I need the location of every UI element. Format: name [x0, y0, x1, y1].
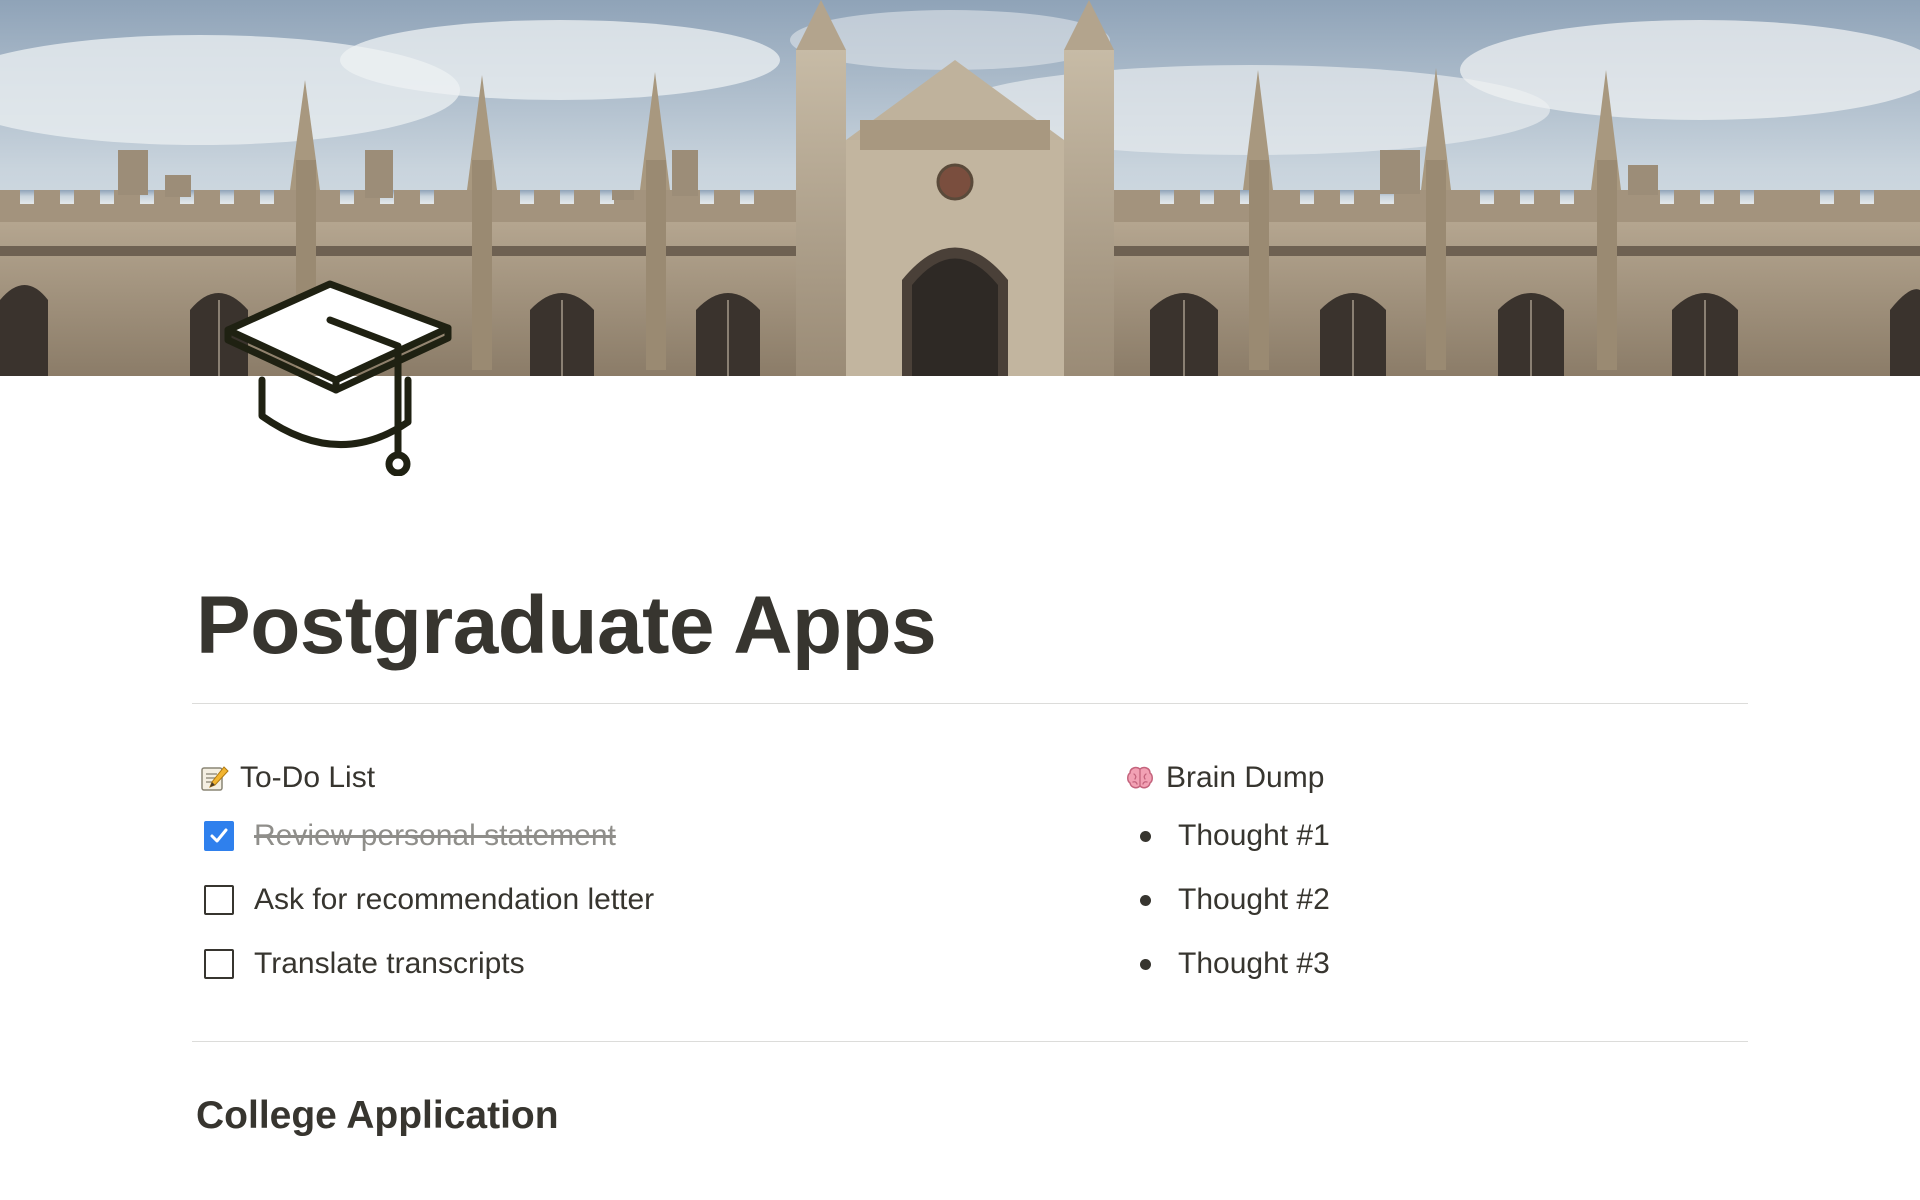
brain-dump-heading-label: Brain Dump	[1166, 761, 1325, 794]
todo-column: To-Do List Review personal statement Ask…	[196, 752, 1076, 996]
college-application-heading[interactable]: College Application	[196, 1094, 559, 1138]
todo-heading[interactable]: To-Do List	[196, 752, 1076, 804]
list-item-label[interactable]: Thought #3	[1178, 947, 1330, 981]
todo-item: Ask for recommendation letter	[196, 868, 1076, 932]
todo-item-label[interactable]: Ask for recommendation letter	[254, 883, 654, 917]
brain-icon	[1122, 760, 1158, 796]
page-title[interactable]: Postgraduate Apps	[196, 578, 937, 674]
bullet-icon	[1140, 894, 1151, 906]
brain-dump-column: Brain Dump Thought #1 Thought #2 Thought…	[1122, 752, 1742, 996]
todo-heading-label: To-Do List	[240, 761, 376, 794]
list-item-label[interactable]: Thought #1	[1178, 819, 1330, 853]
bullet-icon	[1140, 958, 1151, 970]
todo-item-label[interactable]: Review personal statement	[254, 819, 616, 853]
memo-pencil-icon	[196, 760, 232, 796]
checkmark-icon	[210, 828, 228, 843]
bullet-icon	[1140, 830, 1151, 842]
todo-checkbox-checked[interactable]	[204, 821, 234, 851]
brain-dump-heading[interactable]: Brain Dump	[1122, 752, 1742, 804]
todo-checkbox[interactable]	[204, 885, 234, 915]
todo-item: Review personal statement	[196, 804, 1076, 868]
list-item: Thought #2	[1122, 868, 1742, 932]
todo-checkbox[interactable]	[204, 949, 234, 979]
divider	[192, 703, 1748, 704]
todo-item-label[interactable]: Translate transcripts	[254, 947, 525, 981]
list-item: Thought #1	[1122, 804, 1742, 868]
list-item-label[interactable]: Thought #2	[1178, 883, 1330, 917]
list-item: Thought #3	[1122, 932, 1742, 996]
todo-item: Translate transcripts	[196, 932, 1076, 996]
graduation-cap-icon[interactable]	[218, 276, 458, 476]
divider	[192, 1041, 1748, 1042]
notion-page: Postgraduate Apps To-Do List Review pers…	[0, 0, 1920, 1200]
